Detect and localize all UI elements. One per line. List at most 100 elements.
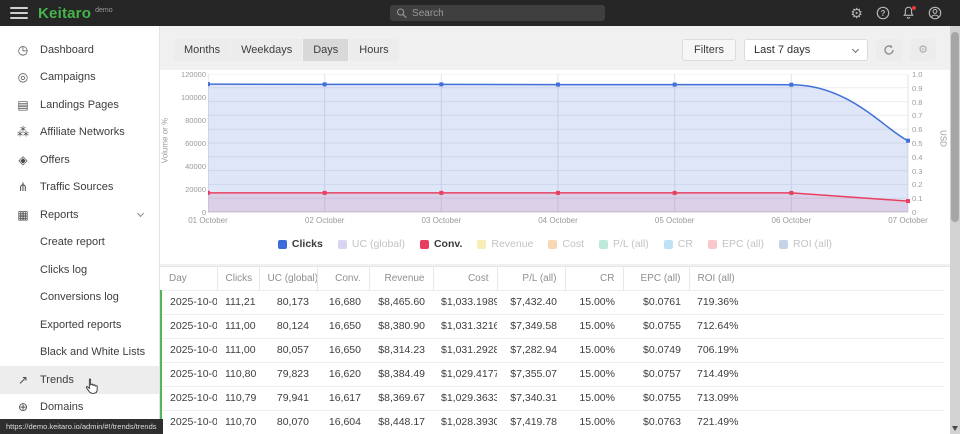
column-header-epc-all[interactable]: EPC (all)	[623, 267, 689, 290]
column-header-uc-global[interactable]: UC (global)	[259, 267, 317, 290]
legend-item-clicks[interactable]: Clicks	[278, 238, 323, 250]
cell-revenue: $8,465.60	[369, 290, 433, 314]
trend-chart[interactable]	[208, 74, 910, 219]
legend-label: Conv.	[434, 238, 462, 250]
y-tick-right: 0.1	[912, 194, 922, 203]
column-header-revenue[interactable]: Revenue	[369, 267, 433, 290]
y-tick-right: 0.6	[912, 125, 922, 134]
scrollbar-thumb[interactable]	[951, 32, 959, 222]
app-window: Keitaro demo ⚙ ? ◷Dashboard◎Campaigns▤La…	[0, 0, 960, 434]
refresh-button[interactable]	[876, 39, 902, 61]
legend-item-revenue[interactable]: Revenue	[477, 238, 533, 250]
cell-clicks: 111,21	[217, 290, 259, 314]
column-header-cost[interactable]: Cost	[433, 267, 497, 290]
sidebar-item-landings-pages[interactable]: ▤Landings Pages	[0, 91, 159, 119]
chevron-down-icon	[137, 210, 144, 217]
cell-uc-global: 80,070	[259, 410, 317, 434]
sidebar-item-clicks-log[interactable]: Clicks log	[0, 256, 159, 284]
legend-swatch	[599, 240, 608, 249]
date-range-select[interactable]: Last 7 days	[744, 39, 868, 61]
cell-revenue: $8,314.23	[369, 338, 433, 362]
cell-epc-all: $0.0755	[623, 386, 689, 410]
cell-day: 2025-10-01	[161, 290, 217, 314]
cell-p-l-all: $7,419.78	[497, 410, 565, 434]
cell-cr: 15.00%	[565, 410, 623, 434]
legend-item-epc-all[interactable]: EPC (all)	[708, 238, 764, 250]
campaigns-icon: ◎	[15, 70, 31, 84]
sidebar-item-trends[interactable]: ↗Trends	[0, 366, 159, 394]
tab-months[interactable]: Months	[174, 39, 230, 61]
filters-button[interactable]: Filters	[682, 39, 736, 61]
sidebar-item-reports[interactable]: ▦Reports	[0, 201, 159, 229]
sidebar-item-affiliate-networks[interactable]: ⁂Affiliate Networks	[0, 119, 159, 147]
period-tabs: MonthsWeekdaysDaysHours	[174, 39, 399, 61]
sidebar-item-offers[interactable]: ◈Offers	[0, 146, 159, 174]
cell-p-l-all: $7,355.07	[497, 362, 565, 386]
cell-conv: 16,604	[317, 410, 369, 434]
sidebar-item-conversions-log[interactable]: Conversions log	[0, 284, 159, 312]
sidebar-item-traffic-sources[interactable]: ⋔Traffic Sources	[0, 174, 159, 202]
search-input[interactable]	[412, 8, 599, 19]
cell-clicks: 111,00	[217, 314, 259, 338]
vertical-scrollbar[interactable]	[950, 26, 960, 434]
sidebar-item-dashboard[interactable]: ◷Dashboard	[0, 36, 159, 64]
sidebar-item-black-and-white-lists[interactable]: Black and White Lists	[0, 339, 159, 367]
tab-hours[interactable]: Hours	[349, 39, 398, 61]
sidebar-item-domains[interactable]: ⊕Domains	[0, 394, 159, 422]
sidebar-item-create-report[interactable]: Create report	[0, 229, 159, 257]
legend-label: EPC (all)	[722, 238, 764, 250]
help-icon[interactable]: ?	[875, 6, 890, 21]
tab-days[interactable]: Days	[303, 39, 348, 61]
x-tick-label: 07 October	[888, 216, 928, 225]
cell-clicks: 110,79	[217, 386, 259, 410]
cell-roi-all: 713.09%	[689, 386, 944, 410]
search-box[interactable]	[390, 5, 605, 21]
cell-clicks: 111,00	[217, 338, 259, 362]
y-axis-right-label: USD	[939, 124, 948, 154]
trends-chart-card: Volume or % 0200004000060000800001000001…	[160, 70, 950, 264]
legend-swatch	[664, 240, 673, 249]
profile-icon[interactable]	[927, 6, 942, 21]
x-tick-label: 05 October	[655, 216, 695, 225]
traffic-sources-icon: ⋔	[15, 180, 31, 194]
table-row: 2025-10-01111,2180,17316,680$8,465.60$1,…	[161, 290, 944, 314]
column-header-roi-all[interactable]: ROI (all)	[689, 267, 944, 290]
y-tick-right: 0.2	[912, 180, 922, 189]
brand-logo[interactable]: Keitaro	[38, 5, 91, 22]
cell-day: 2025-10-02	[161, 314, 217, 338]
y-axis-right-ticks: 00.10.20.30.40.50.60.70.80.91.0	[912, 70, 936, 220]
notifications-icon[interactable]	[901, 6, 916, 21]
tab-weekdays[interactable]: Weekdays	[231, 39, 302, 61]
cell-p-l-all: $7,340.31	[497, 386, 565, 410]
legend-swatch	[420, 240, 429, 249]
cell-day: 2025-10-04	[161, 362, 217, 386]
table-row: 2025-10-02111,0080,12416,650$8,380.90$1,…	[161, 314, 944, 338]
cell-epc-all: $0.0755	[623, 314, 689, 338]
cell-revenue: $8,369.67	[369, 386, 433, 410]
sidebar-item-label: Create report	[40, 236, 105, 248]
legend-item-p-l-all[interactable]: P/L (all)	[599, 238, 649, 250]
menu-icon[interactable]	[10, 7, 28, 19]
settings-icon[interactable]: ⚙	[849, 6, 864, 21]
scrollbar-down-arrow[interactable]	[952, 426, 958, 431]
legend-label: Revenue	[491, 238, 533, 250]
legend-item-conv[interactable]: Conv.	[420, 238, 462, 250]
sidebar-item-exported-reports[interactable]: Exported reports	[0, 311, 159, 339]
legend-item-cost[interactable]: Cost	[548, 238, 584, 250]
column-header-conv[interactable]: Conv.	[317, 267, 369, 290]
sidebar-item-campaigns[interactable]: ◎Campaigns	[0, 64, 159, 92]
y-tick-right: 0.5	[912, 139, 922, 148]
sidebar-item-label: Offers	[40, 154, 70, 166]
cell-cr: 15.00%	[565, 362, 623, 386]
column-header-clicks[interactable]: Clicks	[217, 267, 259, 290]
cell-roi-all: 712.64%	[689, 314, 944, 338]
legend-item-uc-global[interactable]: UC (global)	[338, 238, 405, 250]
legend-item-cr[interactable]: CR	[664, 238, 693, 250]
sidebar-item-label: Affiliate Networks	[40, 126, 125, 138]
legend-item-roi-all[interactable]: ROI (all)	[779, 238, 832, 250]
column-header-cr[interactable]: CR	[565, 267, 623, 290]
refresh-icon	[883, 44, 895, 56]
column-header-day[interactable]: Day	[161, 267, 217, 290]
column-header-p-l-all[interactable]: P/L (all)	[497, 267, 565, 290]
chart-settings-button[interactable]: ⚙	[910, 39, 936, 61]
